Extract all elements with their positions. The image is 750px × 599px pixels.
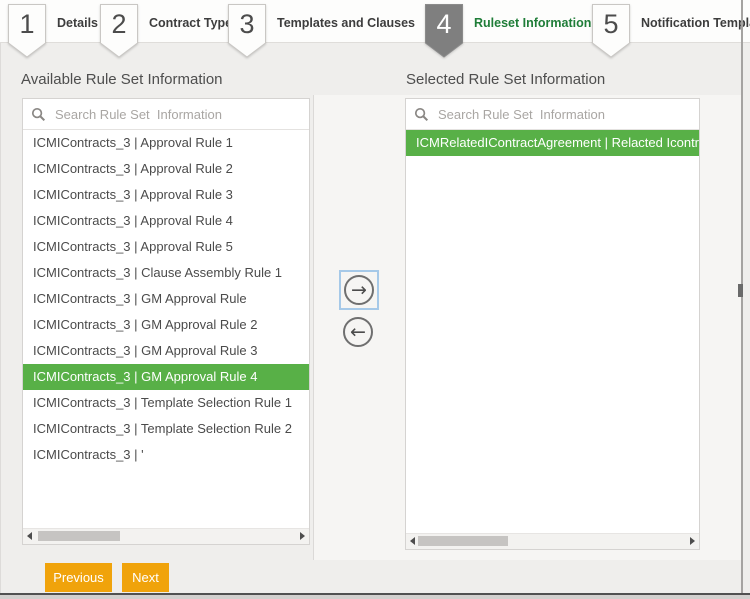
wizard-step-3-templates-clauses[interactable]: 3 Templates and Clauses [228, 4, 415, 58]
step-pentagon: 1 [8, 4, 46, 58]
wizard-step-4-ruleset-information[interactable]: 4 Ruleset Information [425, 4, 591, 58]
left-arrow-icon: ← [350, 321, 366, 343]
move-right-focus-ring: → [339, 270, 379, 310]
wizard-step-2-contract-type[interactable]: 2 Contract Type [100, 4, 232, 58]
step-label: Notification Templates [641, 16, 750, 30]
list-item[interactable]: ICMIContracts_3 | Approval Rule 2 [23, 156, 309, 182]
available-horizontal-scrollbar[interactable] [23, 528, 309, 544]
list-item[interactable]: ICMIContracts_3 | ' [23, 442, 309, 468]
list-item[interactable]: ICMIContracts_3 | GM Approval Rule 3 [23, 338, 309, 364]
wizard-step-5-notification-templates[interactable]: 5 Notification Templates [592, 4, 750, 58]
step-label: Templates and Clauses [277, 16, 415, 30]
step-pentagon-active: 4 [425, 4, 463, 58]
step-pentagon: 3 [228, 4, 266, 58]
next-button[interactable]: Next [122, 563, 169, 592]
available-heading: Available Rule Set Information [21, 71, 223, 88]
step-pentagon: 5 [592, 4, 630, 58]
step-number: 5 [592, 5, 630, 43]
step-number: 2 [100, 5, 138, 43]
list-item[interactable]: ICMIContracts_3 | Approval Rule 1 [23, 130, 309, 156]
list-item[interactable]: ICMIContracts_3 | Template Selection Rul… [23, 390, 309, 416]
move-right-button[interactable]: → [344, 275, 374, 305]
window-resize-mark[interactable] [738, 284, 743, 297]
selected-rule-set-panel: ICMRelatedIContractAgreement | Relacted … [405, 98, 700, 550]
scrollbar-thumb[interactable] [38, 531, 120, 541]
window-right-border [741, 0, 743, 594]
wizard-step-1-details[interactable]: 1 Details [8, 4, 98, 58]
available-list: ICMIContracts_3 | Approval Rule 1ICMICon… [23, 130, 309, 528]
list-item[interactable]: ICMIContracts_3 | GM Approval Rule [23, 286, 309, 312]
available-search-row [23, 99, 309, 130]
scroll-right-icon[interactable] [686, 534, 699, 548]
selected-list: ICMRelatedIContractAgreement | Relacted … [406, 130, 699, 533]
selected-horizontal-scrollbar[interactable] [406, 533, 699, 549]
list-item[interactable]: ICMRelatedIContractAgreement | Relacted … [406, 130, 699, 156]
list-item[interactable]: ICMIContracts_3 | Clause Assembly Rule 1 [23, 260, 309, 286]
list-item[interactable]: ICMIContracts_3 | Template Selection Rul… [23, 416, 309, 442]
list-item[interactable]: ICMIContracts_3 | GM Approval Rule 2 [23, 312, 309, 338]
window-bottom-shadow [0, 595, 750, 599]
list-item[interactable]: ICMIContracts_3 | Approval Rule 4 [23, 208, 309, 234]
list-item[interactable]: ICMIContracts_3 | GM Approval Rule 4 [23, 364, 309, 390]
available-rule-set-panel: ICMIContracts_3 | Approval Rule 1ICMICon… [22, 98, 310, 545]
right-arrow-icon: → [351, 279, 367, 301]
available-search-input[interactable] [53, 106, 301, 123]
wizard-step-bar: 1 Details 2 Contract Type 3 Templates an… [0, 0, 750, 43]
step-number: 3 [228, 5, 266, 43]
selected-heading: Selected Rule Set Information [406, 71, 605, 88]
move-left-button[interactable]: ← [343, 317, 373, 347]
step-number: 4 [425, 5, 463, 43]
scroll-right-icon[interactable] [296, 529, 309, 543]
step-pentagon: 2 [100, 4, 138, 58]
list-item[interactable]: ICMIContracts_3 | Approval Rule 3 [23, 182, 309, 208]
search-icon [414, 107, 429, 122]
step-label: Details [57, 16, 98, 30]
list-item[interactable]: ICMIContracts_3 | Approval Rule 5 [23, 234, 309, 260]
previous-button[interactable]: Previous [45, 563, 112, 592]
scroll-left-icon[interactable] [23, 529, 36, 543]
window-left-border [0, 0, 1, 599]
step-label: Contract Type [149, 16, 232, 30]
selected-search-input[interactable] [436, 106, 691, 123]
step-label: Ruleset Information [474, 16, 591, 30]
search-icon [31, 107, 46, 122]
scrollbar-thumb[interactable] [418, 536, 508, 546]
selected-search-row [406, 99, 699, 130]
step-number: 1 [8, 5, 46, 43]
